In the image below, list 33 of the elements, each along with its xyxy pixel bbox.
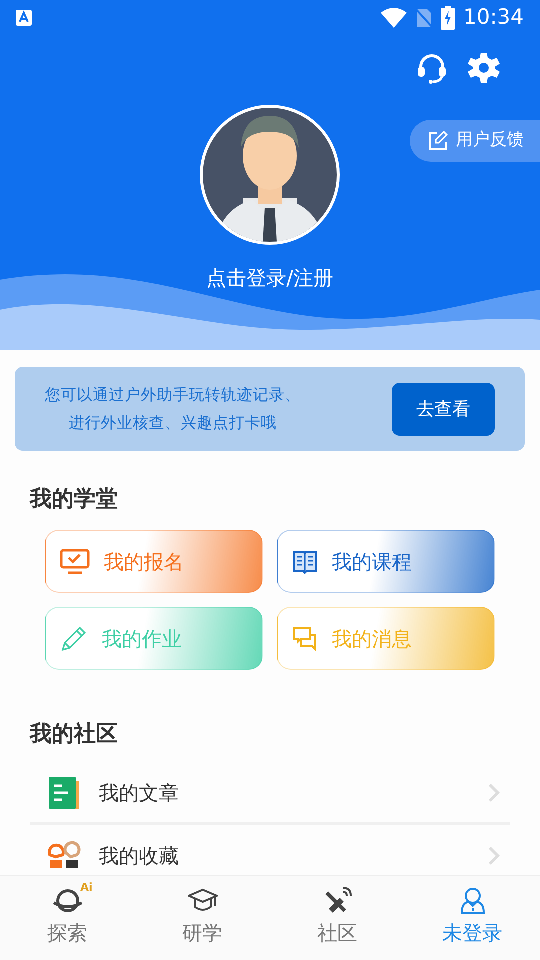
headset-icon[interactable] — [416, 52, 448, 84]
edit-icon — [428, 131, 448, 151]
user-icon — [458, 887, 486, 915]
section-title: 我的社区 — [30, 721, 119, 749]
chevron-right-icon — [488, 782, 500, 802]
wifi-icon — [381, 7, 408, 29]
feedback-button[interactable]: 用户反馈 — [410, 120, 540, 162]
section-title: 我的学堂 — [30, 486, 119, 514]
document-icon — [47, 776, 81, 810]
nav-tab[interactable]: 研学 — [135, 876, 270, 960]
no-sim-icon — [415, 7, 434, 29]
settings-icon[interactable] — [468, 52, 500, 84]
nav-tab[interactable]: Ai 探索 — [0, 876, 135, 960]
clock-time: 10:34 — [463, 4, 524, 32]
monitor-check-icon — [60, 548, 90, 574]
nav-tab[interactable]: 社区 — [270, 876, 405, 960]
view-button[interactable]: 去查看 — [392, 382, 495, 436]
list-item[interactable]: 我的收藏 — [30, 825, 510, 875]
satellite-icon — [322, 887, 352, 915]
book-icon — [292, 548, 318, 574]
login-link[interactable]: 点击登录/注册 — [206, 263, 334, 293]
battery-charging-icon — [441, 6, 456, 30]
menu-card[interactable]: 我的课程 — [277, 530, 495, 593]
nav-tab[interactable]: 未登录 — [405, 876, 540, 960]
app-notification-icon — [16, 10, 32, 26]
pencil-icon — [60, 624, 88, 652]
list-item[interactable]: 我的文章 — [30, 763, 510, 825]
chat-bubbles-icon — [292, 626, 318, 652]
chevron-right-icon — [488, 846, 500, 866]
banner-text-line: 进行外业核查、兴趣点打卡哦 — [69, 413, 277, 434]
menu-card[interactable]: 我的报名 — [45, 530, 263, 593]
banner-text-line: 您可以通过户外助手玩转轨迹记录、 — [45, 385, 301, 406]
ai-label: Ai — [80, 880, 93, 896]
